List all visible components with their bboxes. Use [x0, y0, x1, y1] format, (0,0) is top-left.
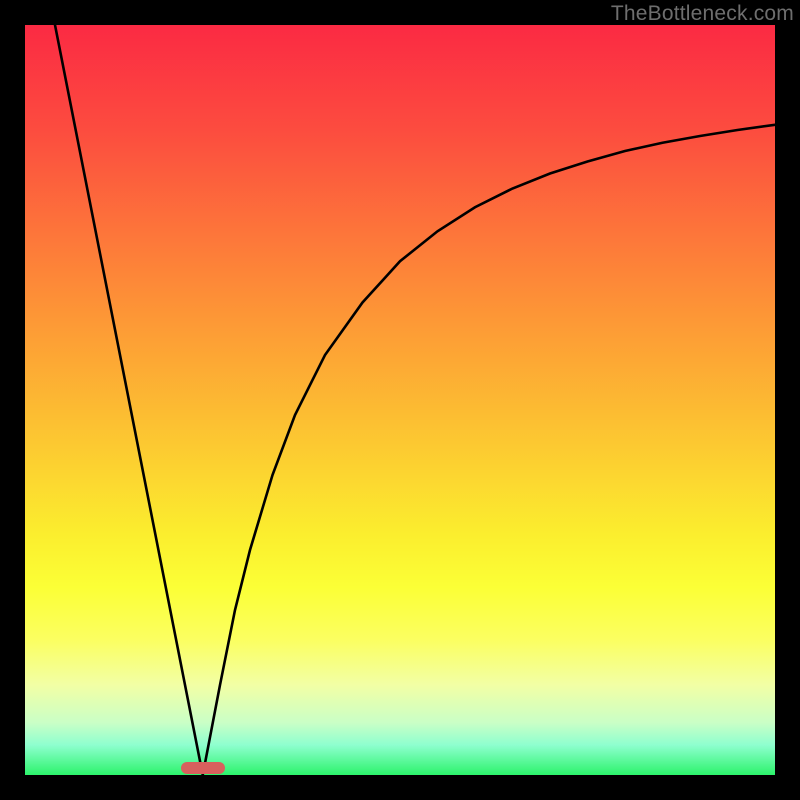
chart-lines: [25, 25, 775, 775]
chart-frame: [25, 25, 775, 775]
bottleneck-marker-pill: [181, 762, 225, 774]
watermark-text: TheBottleneck.com: [611, 2, 794, 26]
curve-path: [55, 25, 775, 775]
